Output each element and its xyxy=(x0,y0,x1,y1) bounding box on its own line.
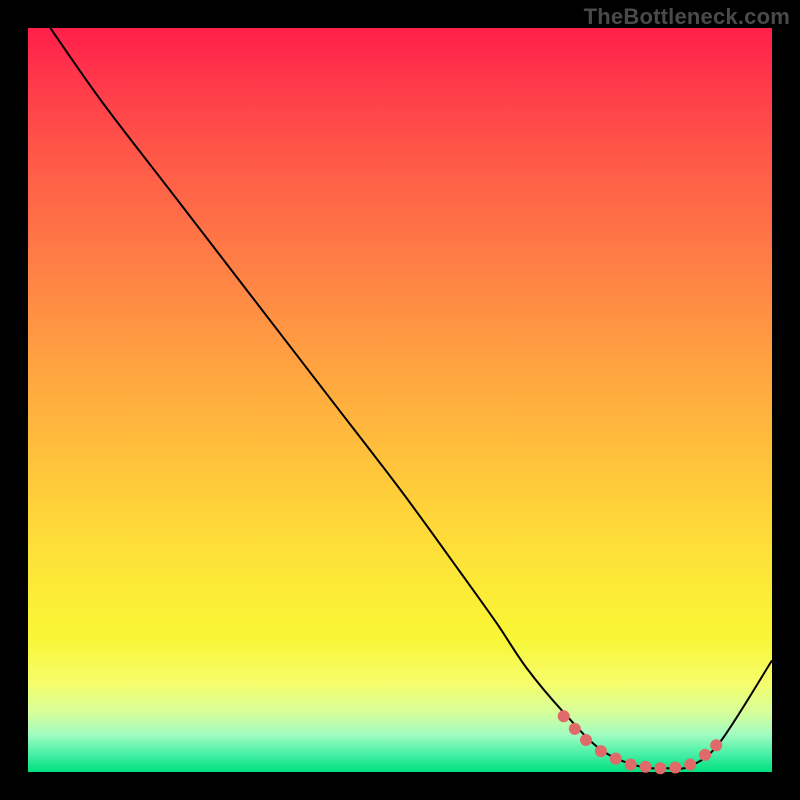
valley-marker xyxy=(610,753,622,765)
valley-marker xyxy=(699,749,711,761)
valley-marker xyxy=(625,759,637,771)
valley-marker xyxy=(595,745,607,757)
curve-svg xyxy=(28,28,772,772)
watermark-text: TheBottleneck.com xyxy=(584,4,790,30)
valley-marker xyxy=(669,762,681,774)
valley-marker xyxy=(684,759,696,771)
valley-marker xyxy=(558,710,570,722)
chart-frame: TheBottleneck.com xyxy=(0,0,800,800)
valley-marker xyxy=(710,739,722,751)
valley-marker xyxy=(569,723,581,735)
bottleneck-curve xyxy=(50,28,772,769)
plot-area xyxy=(28,28,772,772)
valley-marker xyxy=(654,762,666,774)
valley-marker xyxy=(580,734,592,746)
valley-marker xyxy=(640,761,652,773)
